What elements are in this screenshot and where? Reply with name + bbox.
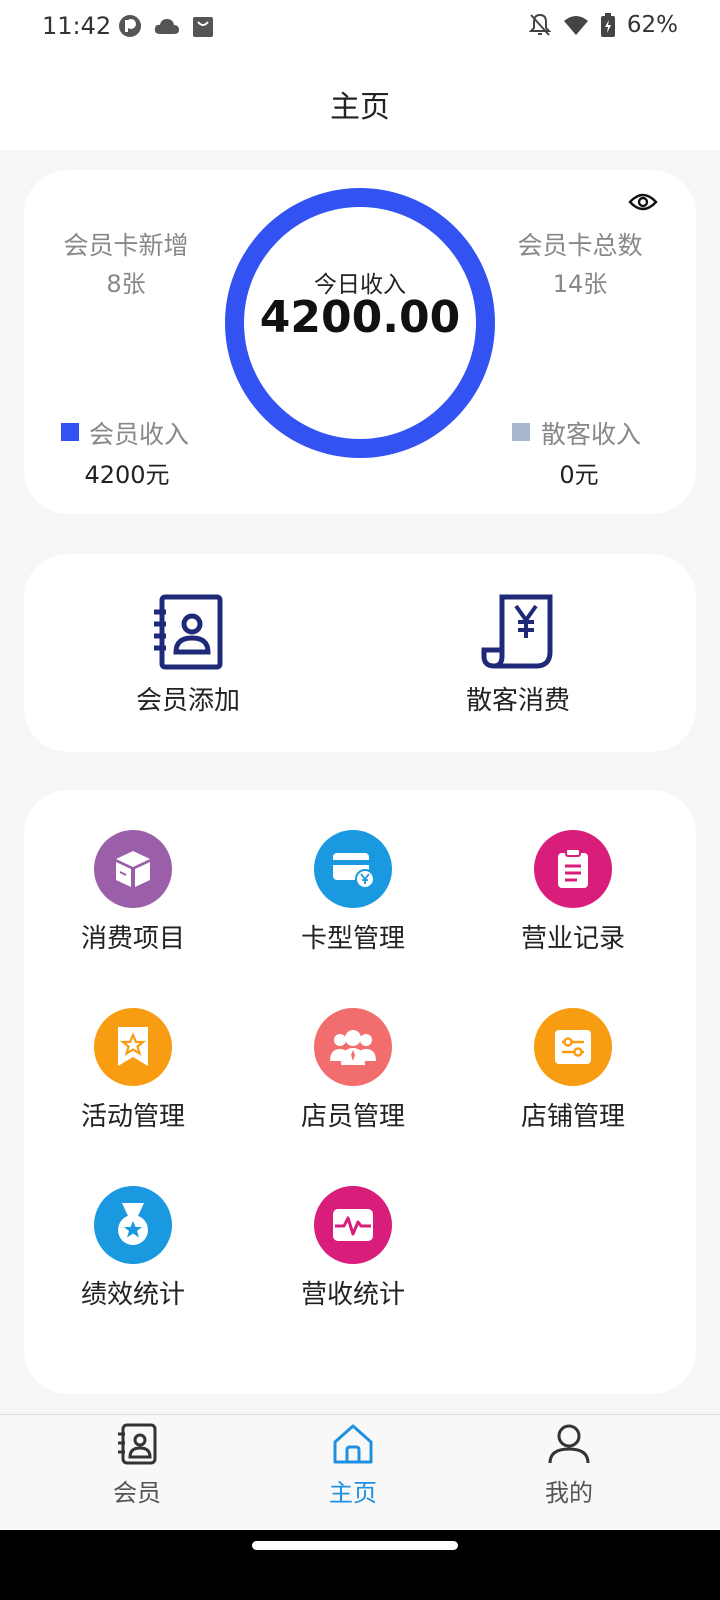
app-header: 主页 — [0, 56, 720, 150]
performance-stats-label: 绩效统计 — [80, 1280, 185, 1310]
card-type-button[interactable]: 卡型管理 — [253, 830, 453, 955]
eye-icon[interactable] — [628, 190, 658, 214]
pulse-chart-icon — [333, 1209, 373, 1241]
medal-icon — [118, 1203, 148, 1245]
receipt-yen-icon — [481, 594, 553, 669]
new-cards-value: 8张 — [106, 270, 146, 298]
stats-card: 会员卡新增 8张 会员卡总数 14张 今日收入 4200.00 会员收入 420… — [24, 170, 696, 514]
guest-income-swatch — [512, 423, 530, 441]
clipboard-icon — [558, 848, 588, 888]
wifi-icon — [563, 16, 588, 35]
box-icon — [116, 851, 150, 887]
status-left-icons — [118, 14, 214, 38]
contact-book-icon — [154, 594, 223, 670]
shopping-bag-icon — [193, 17, 213, 37]
cloud-icon — [154, 19, 179, 34]
guest-income-label: 散客收入 — [541, 420, 642, 449]
shop-manage-label: 店铺管理 — [520, 1102, 625, 1132]
activity-manage-label: 活动管理 — [80, 1102, 185, 1132]
card-type-label: 卡型管理 — [300, 924, 405, 954]
home-icon — [333, 1424, 373, 1464]
status-bar: 11:42 62% — [0, 0, 720, 56]
activity-manage-button[interactable]: 活动管理 — [33, 1008, 233, 1133]
shop-manage-icon-bg — [534, 1008, 612, 1086]
member-income-swatch — [61, 423, 79, 441]
nav-item-mine[interactable]: 我的 — [489, 1423, 649, 1508]
staff-manage-button[interactable]: 店员管理 — [253, 1008, 453, 1133]
page-title: 主页 — [330, 90, 390, 125]
activity-manage-icon-bg — [94, 1008, 172, 1086]
guest-income-value: 0元 — [559, 461, 599, 489]
consume-items-icon-bg — [94, 830, 172, 908]
gesture-handle[interactable] — [252, 1541, 458, 1550]
today-income-value: 4200.00 — [259, 292, 461, 343]
business-record-label: 营业记录 — [520, 924, 625, 954]
business-record-icon-bg — [534, 830, 612, 908]
battery-icon — [600, 13, 615, 37]
total-cards-value: 14张 — [552, 270, 608, 298]
member-add-button[interactable]: 会员添加 — [88, 594, 288, 717]
guest-consume-label: 散客消费 — [465, 686, 570, 716]
bottom-nav: 会员 主页 我的 — [0, 1414, 720, 1530]
card-type-icon-bg — [314, 830, 392, 908]
battery-percentage: 62% — [626, 12, 678, 38]
new-cards-label: 会员卡新增 — [63, 231, 189, 260]
staff-manage-icon-bg — [314, 1008, 392, 1086]
app-icon — [119, 15, 141, 37]
member-icon — [118, 1423, 157, 1465]
shop-manage-button[interactable]: 店铺管理 — [473, 1008, 673, 1133]
performance-stats-icon-bg — [94, 1186, 172, 1264]
nav-label-member: 会员 — [113, 1479, 161, 1507]
performance-stats-button[interactable]: 绩效统计 — [33, 1186, 233, 1311]
nav-item-home[interactable]: 主页 — [273, 1423, 433, 1508]
person-icon — [548, 1424, 590, 1464]
status-right: 62% — [528, 12, 678, 38]
member-add-label: 会员添加 — [135, 686, 240, 716]
card-yen-icon — [333, 853, 375, 889]
revenue-stats-icon-bg — [314, 1186, 392, 1264]
function-grid-card: 消费项目 卡型管理 营业记录 活动管理 店员管理 店铺管理 绩效统计 营收统计 — [24, 790, 696, 1394]
member-income-label: 会员收入 — [89, 420, 190, 449]
consume-items-label: 消费项目 — [80, 924, 185, 954]
total-cards-label: 会员卡总数 — [517, 231, 643, 260]
status-time: 11:42 — [42, 12, 112, 40]
member-income-value: 4200元 — [84, 461, 170, 489]
quick-actions-card: 会员添加 散客消费 — [24, 554, 696, 752]
business-record-button[interactable]: 营业记录 — [473, 830, 673, 955]
revenue-stats-label: 营收统计 — [300, 1280, 405, 1310]
notification-off-icon — [528, 13, 551, 36]
star-badge-icon — [118, 1027, 148, 1066]
revenue-stats-button[interactable]: 营收统计 — [253, 1186, 453, 1311]
nav-label-home: 主页 — [329, 1479, 377, 1507]
team-icon — [330, 1030, 376, 1065]
guest-consume-button[interactable]: 散客消费 — [418, 594, 618, 717]
settings-card-icon — [555, 1030, 591, 1064]
consume-items-button[interactable]: 消费项目 — [33, 830, 233, 955]
nav-label-mine: 我的 — [545, 1479, 593, 1507]
staff-manage-label: 店员管理 — [300, 1102, 405, 1132]
nav-item-member[interactable]: 会员 — [57, 1423, 217, 1508]
